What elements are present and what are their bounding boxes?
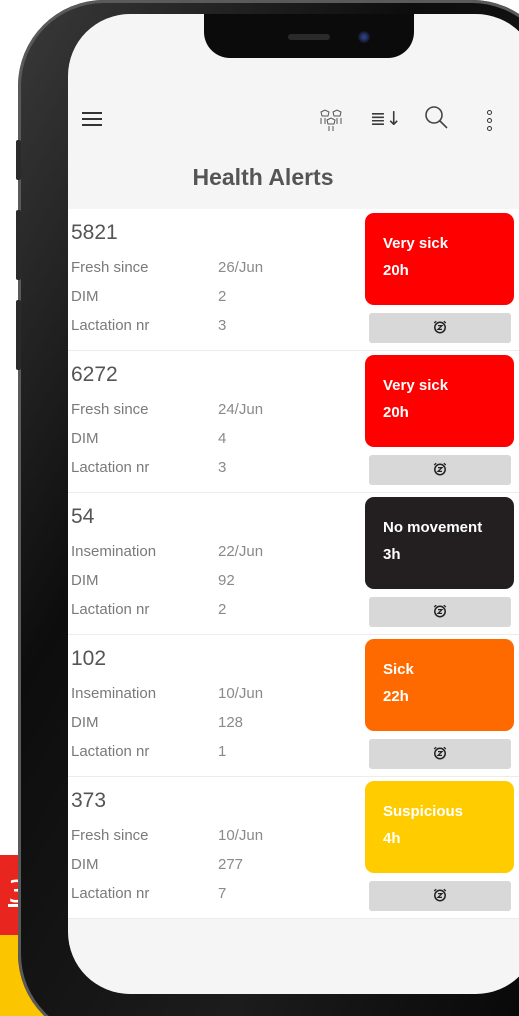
mute-switch <box>16 140 21 180</box>
alert-status-label: Suspicious <box>383 803 464 820</box>
field-label: Lactation nr <box>71 317 150 334</box>
alarm-snooze-icon <box>433 604 447 618</box>
field-value: 10/Jun <box>218 685 264 702</box>
field-value: 1 <box>218 743 227 760</box>
field-value: 3 <box>218 459 227 476</box>
alert-row[interactable]: 6272 Fresh since 24/Jun DIM 4 Lactation … <box>68 351 519 493</box>
phone-screen: ≣↓ Health Alerts 5821 Fresh since 26/Jun… <box>68 14 519 994</box>
alarm-snooze-icon <box>433 746 447 760</box>
field-label: Lactation nr <box>71 459 150 476</box>
field-label: Fresh since <box>71 259 149 276</box>
alert-duration: 3h <box>383 546 401 563</box>
field-label: DIM <box>71 288 99 305</box>
field-label: Lactation nr <box>71 743 150 760</box>
earpiece-speaker <box>288 34 330 40</box>
front-camera <box>358 31 370 43</box>
field-label: DIM <box>71 714 99 731</box>
field-value: 4 <box>218 430 227 447</box>
snooze-button[interactable] <box>369 597 511 627</box>
notch <box>204 14 414 58</box>
field-label: Insemination <box>71 543 157 560</box>
volume-up-button <box>16 210 21 280</box>
field-label: Insemination <box>71 685 157 702</box>
field-value: 2 <box>218 601 227 618</box>
search-icon[interactable] <box>423 104 449 130</box>
alert-duration: 20h <box>383 404 409 421</box>
field-value: 22/Jun <box>218 543 264 560</box>
field-value: 277 <box>218 856 244 873</box>
hamburger-menu-icon[interactable] <box>82 112 102 128</box>
volume-down-button <box>16 300 21 370</box>
alert-duration: 22h <box>383 688 409 705</box>
page-title: Health Alerts <box>192 164 334 190</box>
alarm-snooze-icon <box>433 462 447 476</box>
alert-row[interactable]: 102 Insemination 10/Jun DIM 128 Lactatio… <box>68 635 519 777</box>
field-label: DIM <box>71 430 99 447</box>
alert-status-label: Very sick <box>383 377 449 394</box>
field-value: 3 <box>218 317 227 334</box>
field-value: 24/Jun <box>218 401 264 418</box>
cow-id: 102 <box>71 647 107 670</box>
field-value: 2 <box>218 288 227 305</box>
field-value: 128 <box>218 714 244 731</box>
field-label: Fresh since <box>71 401 149 418</box>
field-label: Lactation nr <box>71 885 150 902</box>
alert-status-label: Very sick <box>383 235 449 252</box>
field-value: 26/Jun <box>218 259 264 276</box>
alert-status-label: Sick <box>383 661 414 678</box>
snooze-button[interactable] <box>369 881 511 911</box>
snooze-button[interactable] <box>369 313 511 343</box>
field-value: 7 <box>218 885 227 902</box>
field-label: DIM <box>71 572 99 589</box>
alert-status-card[interactable]: Sick 22h <box>365 639 514 731</box>
field-value: 10/Jun <box>218 827 264 844</box>
snooze-button[interactable] <box>369 455 511 485</box>
cow-id: 5821 <box>71 221 118 244</box>
alert-duration: 4h <box>383 830 401 847</box>
field-label: Fresh since <box>71 827 149 844</box>
field-value: 92 <box>218 572 235 589</box>
field-label: Lactation nr <box>71 601 150 618</box>
alarm-snooze-icon <box>433 888 447 902</box>
phone-frame: ≣↓ Health Alerts 5821 Fresh since 26/Jun… <box>16 0 519 1016</box>
alert-row[interactable]: 5821 Fresh since 26/Jun DIM 2 Lactation … <box>68 209 519 351</box>
stage: 3 <box>0 0 519 1016</box>
alert-row[interactable]: 373 Fresh since 10/Jun DIM 277 Lactation… <box>68 777 519 919</box>
sort-descending-icon[interactable]: ≣↓ <box>370 108 402 130</box>
cow-id: 373 <box>71 789 107 812</box>
cow-id: 54 <box>71 505 95 528</box>
more-vert-icon[interactable] <box>486 110 494 134</box>
cow-id: 6272 <box>71 363 118 386</box>
alert-row[interactable]: 54 Insemination 22/Jun DIM 92 Lactation … <box>68 493 519 635</box>
cow-herd-icon[interactable] <box>318 106 344 132</box>
alert-status-card[interactable]: Suspicious 4h <box>365 781 514 873</box>
alert-status-card[interactable]: No movement 3h <box>365 497 514 589</box>
alarm-snooze-icon <box>433 320 447 334</box>
field-label: DIM <box>71 856 99 873</box>
alert-status-card[interactable]: Very sick 20h <box>365 355 514 447</box>
snooze-button[interactable] <box>369 739 511 769</box>
alert-duration: 20h <box>383 262 409 279</box>
app-toolbar: ≣↓ <box>68 92 519 152</box>
alert-status-label: No movement <box>383 519 483 536</box>
alert-status-card[interactable]: Very sick 20h <box>365 213 514 305</box>
alert-list: 5821 Fresh since 26/Jun DIM 2 Lactation … <box>68 209 519 919</box>
